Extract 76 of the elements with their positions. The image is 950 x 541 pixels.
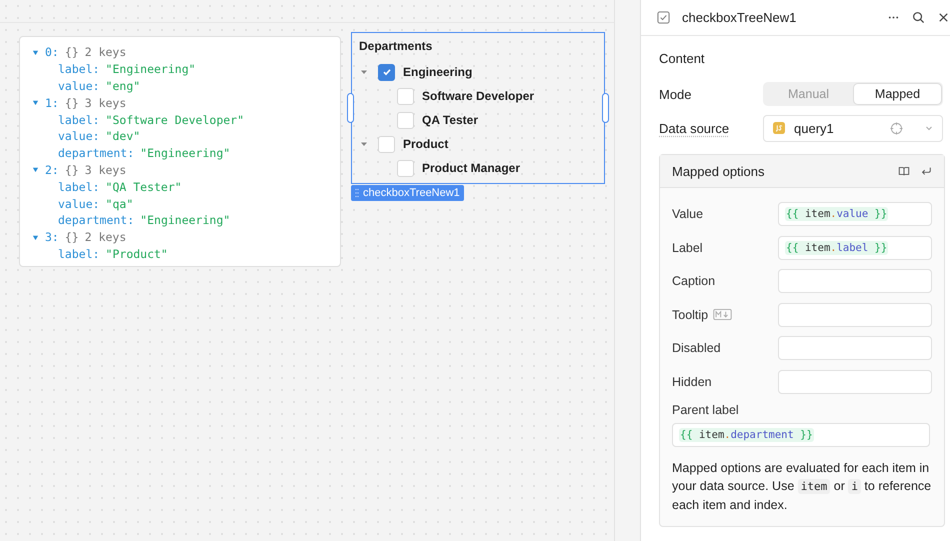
input-field[interactable]: {{ item.department }} (672, 422, 930, 447)
field-label: Value (672, 207, 704, 221)
json-string-value: "Software Developer" (106, 112, 244, 127)
expand-triangle-icon[interactable] (32, 234, 39, 241)
json-index: 0: (45, 45, 59, 60)
json-type: {} (64, 162, 79, 177)
card-title: Mapped options (672, 164, 765, 178)
field-label: Parent label (672, 402, 740, 417)
resize-handle[interactable] (602, 93, 609, 123)
tree-item-label[interactable]: Engineering (403, 65, 472, 79)
expand-triangle-icon[interactable] (32, 48, 39, 56)
json-key: label: (58, 180, 100, 194)
json-string-value: "dev" (106, 129, 140, 144)
json-type: {} (64, 96, 79, 110)
mode-option[interactable]: Mapped (853, 83, 942, 105)
expand-triangle-icon[interactable] (32, 166, 39, 174)
book-icon[interactable] (898, 165, 910, 177)
json-string-value: "Engineering" (106, 62, 196, 76)
field-label: Data source (659, 120, 730, 136)
json-index: 1: (45, 96, 59, 110)
search-icon[interactable] (912, 11, 925, 24)
tag-label: checkboxTreeNew1 (363, 187, 460, 199)
tree-title: Departments (359, 38, 434, 55)
query-icon (773, 122, 785, 134)
input-field[interactable]: {{ item.label }} (778, 236, 932, 260)
json-key-count: 3 keys (84, 162, 126, 177)
crosshair-icon[interactable] (890, 122, 903, 134)
json-string-value: "QA Tester" (106, 180, 182, 194)
field-label: Tooltip (672, 308, 708, 322)
component-title[interactable]: checkboxTreeNew1 (682, 10, 796, 25)
section-title: Content (659, 51, 706, 66)
collapse-caret-icon[interactable] (360, 68, 368, 76)
json-index: 3: (45, 230, 59, 244)
json-key: department: (58, 146, 134, 160)
json-key-count: 2 keys (84, 230, 126, 244)
input-field[interactable] (778, 336, 932, 360)
resize-handle[interactable] (347, 93, 354, 123)
input-field[interactable] (778, 302, 932, 327)
json-key: value: (58, 78, 100, 93)
json-string-value: "Engineering" (140, 146, 230, 160)
tree-item-label[interactable]: Software Developer (422, 89, 534, 103)
json-key: label: (58, 246, 100, 261)
markdown-icon (713, 309, 732, 320)
json-key: value: (58, 129, 100, 144)
input-field[interactable]: {{ item.value }} (778, 202, 932, 226)
checkbox-icon (657, 11, 670, 24)
json-key: value: (58, 196, 100, 211)
json-key-count: 3 keys (84, 96, 126, 110)
field-label: Label (672, 240, 703, 255)
field-label: Disabled (672, 341, 721, 356)
json-type: {} (64, 45, 79, 60)
checkbox[interactable] (378, 64, 395, 80)
json-key-count: 2 keys (84, 45, 126, 60)
input-field[interactable] (778, 269, 932, 294)
json-key: label: (58, 62, 100, 76)
json-string-value: "Engineering" (140, 213, 230, 228)
json-string-value: "qa" (106, 196, 134, 211)
tree-item-label[interactable]: Product (403, 137, 448, 151)
json-string-value: "Product" (106, 246, 168, 261)
tree-item-label[interactable]: Product Manager (422, 161, 520, 175)
close-icon[interactable] (937, 11, 950, 24)
json-key: label: (58, 112, 100, 127)
field-label: Caption (672, 274, 716, 288)
help-text: Mapped options are evaluated for each item in your data source. Use item or i to reference each item and index. (672, 460, 932, 514)
field-label: Hidden (672, 374, 712, 389)
input-field[interactable] (778, 370, 932, 394)
return-icon[interactable] (920, 165, 932, 177)
json-string-value: "eng" (106, 78, 140, 93)
collapse-caret-icon[interactable] (360, 140, 368, 148)
tree-item-label[interactable]: QA Tester (422, 113, 478, 127)
expand-triangle-icon[interactable] (32, 99, 39, 106)
data-source-select[interactable]: query1 (763, 114, 943, 142)
json-index: 2: (45, 162, 59, 177)
json-key: department: (58, 213, 134, 228)
field-label: Mode (659, 86, 693, 102)
json-type: {} (64, 230, 79, 244)
